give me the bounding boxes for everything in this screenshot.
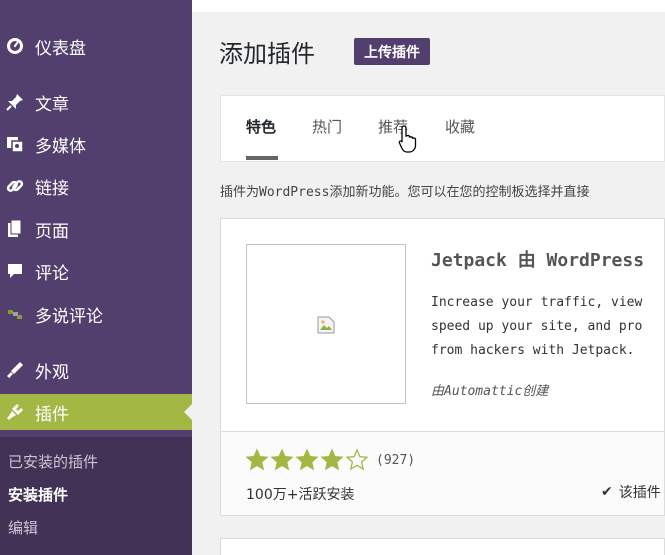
plugin-name-link[interactable]: Jetpack 由 WordPress bbox=[431, 246, 644, 272]
submenu-item-installed-plugins[interactable]: 已安装的插件 bbox=[8, 451, 98, 472]
sidebar-item-label: 多媒体 bbox=[35, 136, 86, 157]
sidebar-item-label: 评论 bbox=[35, 263, 69, 284]
submenu-item-editor[interactable]: 编辑 bbox=[8, 517, 38, 538]
sidebar-item-appearance[interactable]: 外观 bbox=[0, 352, 192, 388]
star-empty-icon bbox=[345, 448, 369, 471]
hand-pointer-cursor-icon bbox=[398, 125, 417, 153]
top-edge bbox=[192, 0, 665, 12]
sidebar-item-label: 文章 bbox=[35, 94, 69, 115]
broken-image-icon bbox=[317, 316, 335, 334]
stars bbox=[245, 448, 370, 472]
comment-icon bbox=[5, 261, 25, 281]
sidebar-item-plugins[interactable]: 插件 bbox=[0, 394, 192, 430]
compatibility-text: 该插件 bbox=[618, 485, 661, 501]
plugin-card bbox=[220, 538, 665, 555]
plugin-description: Increase your traffic, view speed up you… bbox=[431, 291, 665, 363]
tab-popular[interactable]: 热门 bbox=[312, 116, 342, 137]
link-icon bbox=[5, 176, 25, 196]
plugin-author[interactable]: 由Automattic创建 bbox=[431, 380, 548, 399]
sidebar-item-label: 多说评论 bbox=[35, 306, 103, 327]
appearance-icon bbox=[5, 360, 25, 380]
active-menu-arrow bbox=[184, 404, 192, 420]
sidebar-item-links[interactable]: 链接 bbox=[0, 168, 192, 204]
page-title: 添加插件 bbox=[219, 40, 315, 68]
sidebar-item-label: 仪表盘 bbox=[35, 38, 86, 59]
main-content: 添加插件 上传插件 特色 热门 推荐 收藏 插件为WordPress添加新功能。… bbox=[192, 0, 665, 555]
rating-count: (927) bbox=[376, 452, 416, 468]
star-rating: (927) bbox=[245, 448, 415, 472]
check-icon: ✔ bbox=[601, 484, 613, 500]
pin-icon bbox=[5, 92, 25, 112]
plugin-thumbnail[interactable] bbox=[246, 244, 406, 404]
star-filled-icon bbox=[245, 448, 269, 471]
star-filled-icon bbox=[320, 448, 344, 471]
plugin-description-line: from hackers with Jetpack. bbox=[431, 343, 635, 358]
pages-icon bbox=[5, 219, 25, 239]
sidebar-item-label: 外观 bbox=[35, 362, 69, 383]
tab-featured[interactable]: 特色 bbox=[246, 116, 276, 137]
tab-favorites[interactable]: 收藏 bbox=[445, 116, 475, 137]
sidebar-item-dashboard[interactable]: 仪表盘 bbox=[0, 28, 192, 64]
star-filled-icon bbox=[295, 448, 319, 471]
plugin-description-line: speed up your site, and pro bbox=[431, 319, 643, 334]
dashboard-icon bbox=[5, 36, 25, 56]
active-installs: 100万+活跃安装 bbox=[246, 487, 355, 503]
plugins-icon bbox=[5, 402, 25, 422]
sidebar-item-pages[interactable]: 页面 bbox=[0, 211, 192, 247]
plugins-submenu: 已安装的插件 安装插件 编辑 bbox=[0, 437, 192, 555]
admin-sidebar: 仪表盘 文章 多媒体 链接 页面 评论 多说评论 外观 插件 已安装的插件 安装… bbox=[0, 0, 192, 555]
sidebar-item-duoshuo[interactable]: 多说评论 bbox=[0, 296, 192, 332]
plugin-card-footer: (927) 100万+活跃安装 ✔ 该插件 bbox=[221, 431, 664, 515]
plugins-description: 插件为WordPress添加新功能。您可以在您的控制板选择并直接 bbox=[220, 185, 590, 200]
sidebar-top-edge bbox=[0, 0, 192, 10]
sidebar-item-media[interactable]: 多媒体 bbox=[0, 126, 192, 162]
current-tab-indicator bbox=[246, 156, 278, 160]
submenu-item-add-plugins[interactable]: 安装插件 bbox=[8, 484, 68, 505]
sidebar-item-posts[interactable]: 文章 bbox=[0, 84, 192, 120]
media-icon bbox=[5, 134, 25, 154]
sidebar-item-label: 插件 bbox=[35, 404, 69, 425]
compatibility-status: ✔ 该插件 bbox=[601, 482, 661, 502]
star-filled-icon bbox=[270, 448, 294, 471]
plugin-card: Jetpack 由 WordPress Increase your traffi… bbox=[220, 218, 665, 516]
plugin-filter-tabs: 特色 热门 推荐 收藏 bbox=[220, 95, 665, 162]
duoshuo-icon bbox=[5, 304, 25, 324]
sidebar-item-label: 链接 bbox=[35, 178, 69, 199]
sidebar-item-label: 页面 bbox=[35, 221, 69, 242]
upload-plugin-button[interactable]: 上传插件 bbox=[354, 38, 430, 65]
sidebar-item-comments[interactable]: 评论 bbox=[0, 253, 192, 289]
plugin-description-line: Increase your traffic, view bbox=[431, 295, 643, 310]
